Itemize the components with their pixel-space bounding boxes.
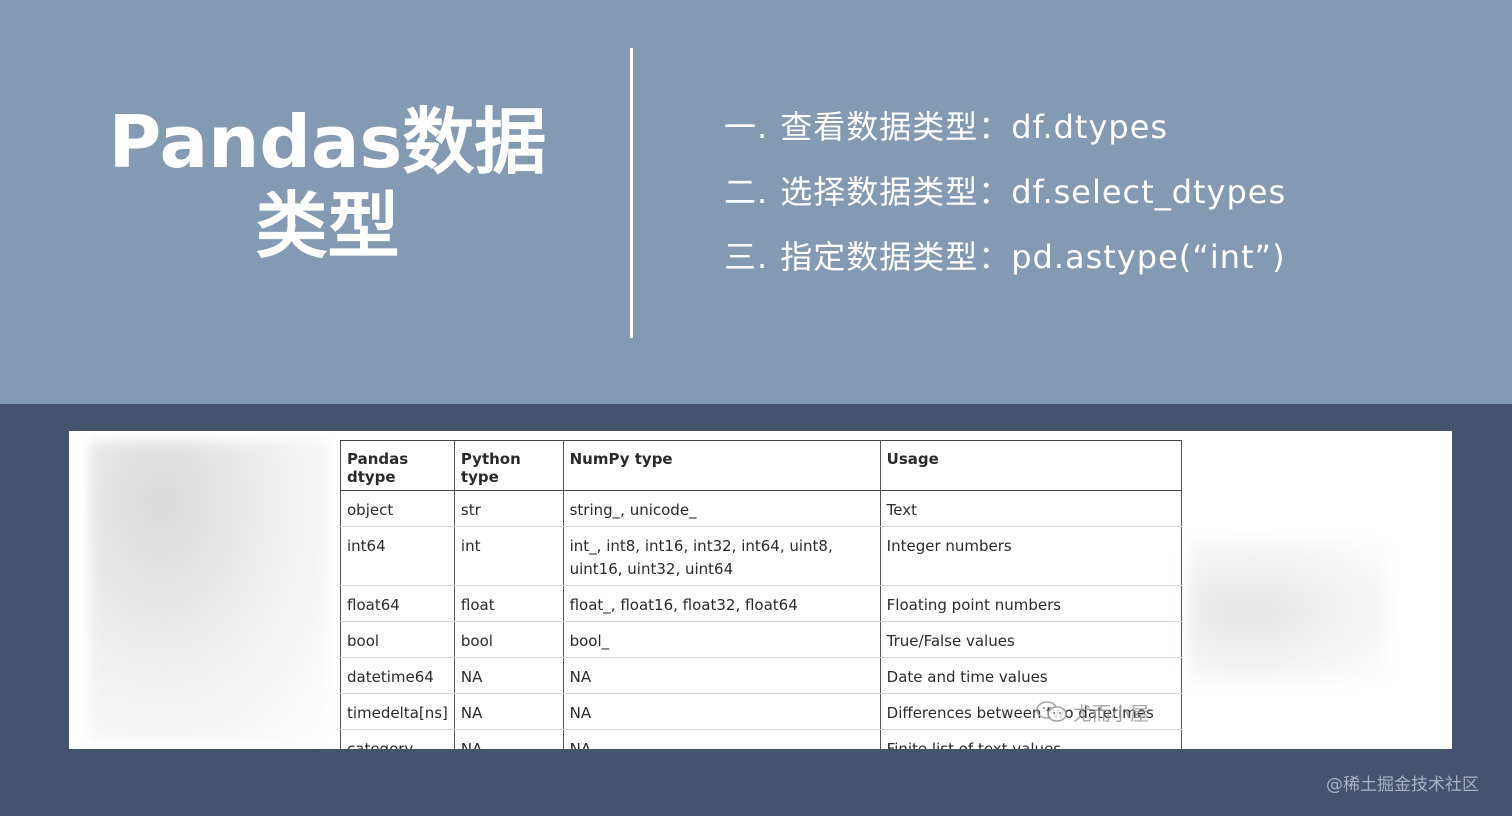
table-row: float64 float float_, float16, float32, … xyxy=(340,585,1183,622)
key-point-number: 三. xyxy=(724,238,769,276)
table-cell: string_, unicode_ xyxy=(562,490,881,527)
table-cell: timedelta[ns] xyxy=(340,693,455,730)
key-point-text: 指定数据类型：pd.astype(“int”) xyxy=(780,238,1286,276)
table-cell: NA xyxy=(562,729,881,749)
key-point-3: 三. 指定数据类型：pd.astype(“int”) xyxy=(724,230,1286,295)
table-cell: int xyxy=(453,526,564,586)
table-row: bool bool bool_ True/False values xyxy=(340,621,1183,658)
key-point-1: 一. 查看数据类型：df.dtypes xyxy=(724,100,1286,165)
table-cell: Text xyxy=(879,490,1183,527)
column-header: Python type xyxy=(453,440,564,491)
column-header: NumPy type xyxy=(562,440,881,491)
table-cell: bool xyxy=(453,621,564,658)
table-cell: Integer numbers xyxy=(879,526,1183,586)
table-cell: True/False values xyxy=(879,621,1183,658)
table-cell: float64 xyxy=(340,585,455,622)
table-cell: NA xyxy=(453,657,564,694)
key-point-2: 二. 选择数据类型：df.select_dtypes xyxy=(724,165,1286,230)
table-row: category NA NA Finite list of text value… xyxy=(340,729,1183,749)
wechat-watermark-text: 尤而小屋 xyxy=(1073,703,1150,725)
slide-title: Pandas数据 类型 xyxy=(90,100,565,268)
table-cell: NA xyxy=(453,729,564,749)
key-point-number: 一. xyxy=(724,108,769,146)
table-cell: NA xyxy=(562,693,881,730)
table-cell: float xyxy=(453,585,564,622)
table-cell: float_, float16, float32, float64 xyxy=(562,585,881,622)
table-row: object str string_, unicode_ Text xyxy=(340,490,1183,527)
table-cell: object xyxy=(340,490,455,527)
table-row: datetime64 NA NA Date and time values xyxy=(340,657,1183,694)
column-header: Pandas dtype xyxy=(340,440,455,491)
table-cell: str xyxy=(453,490,564,527)
key-points-list: 一. 查看数据类型：df.dtypes 二. 选择数据类型：df.select_dt… xyxy=(724,100,1286,295)
table-header-row: Pandas dtype Python type NumPy type Usag… xyxy=(340,440,1183,491)
column-header: Usage xyxy=(879,440,1183,491)
table-cell: Date and time values xyxy=(879,657,1183,694)
table-cell: NA xyxy=(453,693,564,730)
wechat-watermark: 尤而小屋 xyxy=(1035,699,1149,730)
table-cell: int64 xyxy=(340,526,455,586)
blurred-edge-left xyxy=(89,441,329,741)
vertical-divider xyxy=(630,48,633,338)
key-point-text: 选择数据类型：df.select_dtypes xyxy=(780,173,1287,211)
table-cell: Floating point numbers xyxy=(879,585,1183,622)
table-cell: int_, int8, int16, int32, int64, uint8, … xyxy=(562,526,881,586)
table-cell: category xyxy=(340,729,455,749)
table-cell: datetime64 xyxy=(340,657,455,694)
table-image-panel: Pandas dtype Python type NumPy type Usag… xyxy=(69,431,1452,749)
table-cell: Finite list of text values xyxy=(879,729,1183,749)
slide-title-line-2: 类型 xyxy=(255,184,400,268)
blurred-edge-right xyxy=(1189,541,1389,681)
table-cell: bool xyxy=(340,621,455,658)
wechat-icon xyxy=(1035,699,1069,730)
table-cell: NA xyxy=(562,657,881,694)
key-point-text: 查看数据类型：df.dtypes xyxy=(780,108,1169,146)
site-watermark: @稀土掘金技术社区 xyxy=(1326,775,1479,795)
table-row: int64 int int_, int8, int16, int32, int6… xyxy=(340,526,1183,586)
header-band: Pandas数据 类型 一. 查看数据类型：df.dtypes 二. 选择数据类型：… xyxy=(0,0,1512,404)
table-cell: bool_ xyxy=(562,621,881,658)
key-point-number: 二. xyxy=(724,173,769,211)
slide-title-line-1: Pandas数据 xyxy=(108,100,547,184)
